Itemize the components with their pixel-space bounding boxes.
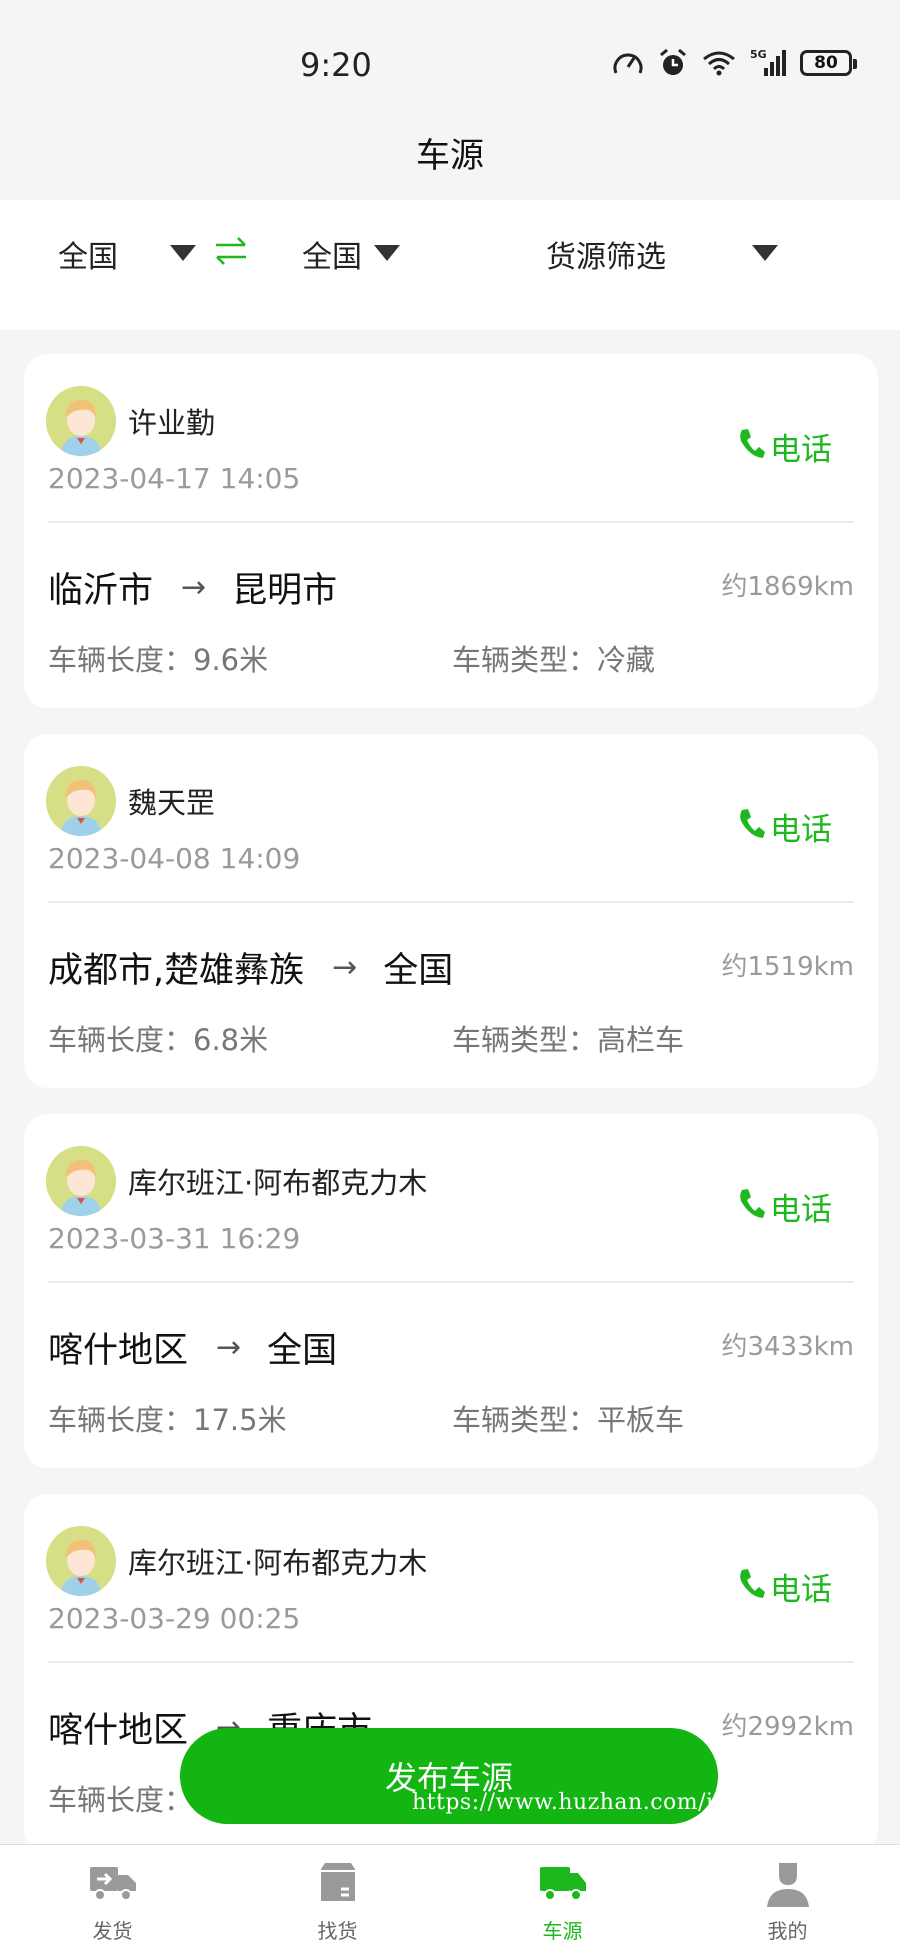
goods-filter-dropdown-icon[interactable] [752, 245, 778, 261]
divider [48, 521, 854, 523]
avatar [46, 386, 116, 456]
phone-icon [738, 1187, 766, 1227]
route: 临沂市 → 昆明市 [48, 562, 337, 613]
status-time: 9:20 [300, 46, 372, 84]
from-dropdown-icon[interactable] [170, 245, 196, 261]
post-time: 2023-03-31 16:29 [48, 1222, 301, 1255]
avatar [46, 1146, 116, 1216]
vehicle-type: 车辆类型：平板车 [452, 1403, 685, 1437]
phone-icon [738, 427, 766, 467]
status-icons: 5G 80 [612, 48, 857, 78]
goods-filter[interactable]: 货源筛选 [546, 232, 666, 276]
from-region-filter[interactable]: 全国 [58, 232, 118, 276]
route-to: 全国 [383, 951, 454, 991]
tab-ship[interactable]: 发货 [0, 1845, 225, 1950]
alarm-icon [660, 48, 686, 75]
phone-icon [738, 807, 766, 847]
distance: 约1519km [721, 952, 854, 982]
call-label: 电话 [770, 1192, 832, 1228]
post-time: 2023-04-17 14:05 [48, 462, 301, 495]
vehicle-type: 车辆类型：高栏车 [452, 1023, 685, 1057]
bottom-tab-bar: 发货 找货 车源 我的 [0, 1844, 900, 1950]
vehicle-type: 车辆类型：冷藏 [452, 643, 656, 677]
person-icon [767, 1863, 809, 1907]
vehicle-length: 车辆长度：17.5米 [48, 1403, 287, 1437]
signal-icon: 5G [750, 48, 786, 76]
distance: 约3433km [721, 1332, 854, 1362]
avatar [46, 1526, 116, 1596]
arrow-right-icon: → [181, 570, 207, 605]
tab-mine[interactable]: 我的 [675, 1845, 900, 1950]
route-from: 喀什地区 [48, 1331, 189, 1371]
distance: 约1869km [721, 572, 854, 602]
route: 喀什地区 → 全国 [48, 1322, 337, 1373]
status-bar: 9:20 5G 80 [0, 0, 900, 120]
call-label: 电话 [770, 1572, 832, 1608]
vehicle-length: 车辆长度：9.6米 [48, 643, 269, 677]
arrow-right-icon: → [332, 950, 358, 985]
tab-find-goods[interactable]: 找货 [225, 1845, 450, 1950]
call-button[interactable]: 电话 [738, 424, 832, 469]
post-time: 2023-03-29 00:25 [48, 1602, 301, 1635]
call-button[interactable]: 电话 [738, 1564, 832, 1609]
truck-ship-icon [90, 1867, 136, 1901]
vehicle-length: 车辆长度： [48, 1783, 194, 1817]
vehicle-card[interactable]: 许业勤 2023-04-17 14:05 电话 临沂市 → 昆明市 约1869km … [24, 354, 878, 708]
distance: 约2992km [721, 1712, 854, 1742]
vehicle-length: 车辆长度：6.8米 [48, 1023, 269, 1057]
arrow-right-icon: → [216, 1330, 242, 1365]
to-region-filter[interactable]: 全国 [302, 232, 362, 276]
route-to: 昆明市 [232, 571, 338, 611]
vehicle-card[interactable]: 魏天罡 2023-04-08 14:09 电话 成都市,楚雄彝族 → 全国 约151… [24, 734, 878, 1088]
tab-label: 找货 [317, 1919, 358, 1943]
phone-icon [738, 1567, 766, 1607]
divider [48, 901, 854, 903]
avatar [46, 766, 116, 836]
divider [48, 1281, 854, 1283]
route-to: 全国 [267, 1331, 338, 1371]
divider [48, 1661, 854, 1663]
tab-label: 车源 [542, 1919, 583, 1943]
route-from: 临沂市 [48, 571, 154, 611]
svg-text:5G: 5G [750, 48, 767, 61]
call-label: 电话 [770, 432, 832, 468]
battery-indicator: 80 [800, 50, 857, 76]
wifi-icon [703, 51, 735, 76]
driver-name: 许业勤 [128, 406, 216, 440]
tab-label: 我的 [767, 1919, 808, 1943]
route-from: 喀什地区 [48, 1711, 189, 1751]
to-dropdown-icon[interactable] [374, 245, 400, 261]
speedometer-icon [613, 53, 643, 74]
call-label: 电话 [770, 812, 832, 848]
watermark: https://www.huzhan.com/ishop40340 [412, 1790, 841, 1815]
post-time: 2023-04-08 14:09 [48, 842, 301, 875]
filter-bar [0, 200, 900, 330]
driver-name: 库尔班江·阿布都克力木 [128, 1166, 428, 1200]
call-button[interactable]: 电话 [738, 1184, 832, 1229]
page-title: 车源 [416, 136, 484, 176]
vehicle-card[interactable]: 库尔班江·阿布都克力木 2023-03-31 16:29 电话 喀什地区 → 全国 … [24, 1114, 878, 1468]
call-button[interactable]: 电话 [738, 804, 832, 849]
truck-icon [540, 1867, 586, 1901]
route: 成都市,楚雄彝族 → 全国 [48, 942, 453, 993]
tab-vehicle-source[interactable]: 车源 [450, 1845, 675, 1950]
tab-label: 发货 [92, 1919, 133, 1943]
route-from: 成都市,楚雄彝族 [48, 951, 305, 991]
box-icon [321, 1863, 355, 1901]
driver-name: 库尔班江·阿布都克力木 [128, 1546, 428, 1580]
swap-icon[interactable] [214, 236, 248, 266]
driver-name: 魏天罡 [128, 786, 216, 820]
